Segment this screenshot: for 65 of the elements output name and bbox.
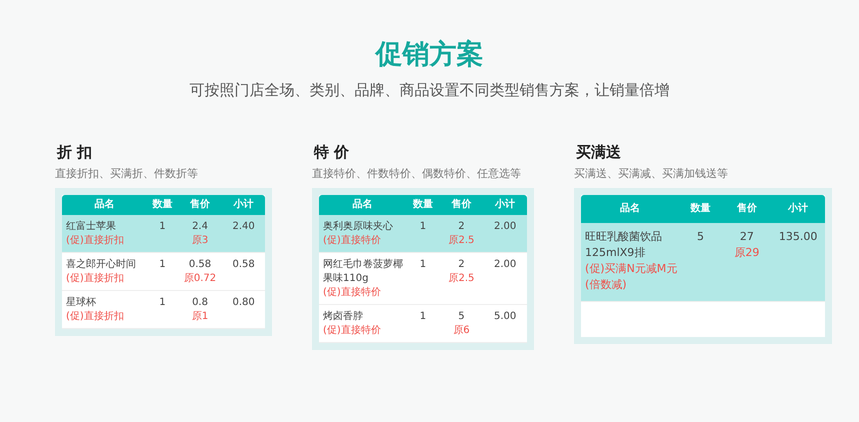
section-heading: 特 价 [312, 142, 350, 162]
quantity: 1 [418, 258, 428, 272]
original-price: 原3 [192, 234, 208, 248]
quantity: 1 [158, 296, 167, 310]
section-heading: 买满送 [575, 142, 622, 162]
column-header: 小计 [786, 202, 810, 216]
table-row[interactable]: 旺旺乳酸菌饮品125mlX9排 (促)买满N元减M元(倍数减) 5 27 原29 135.00 [581, 223, 825, 302]
subtotal: 2.40 [232, 220, 256, 234]
column-header: 小计 [232, 198, 255, 212]
product-name: 网红毛巾卷菠萝椰果味110g [323, 258, 404, 286]
promotion-label: (促)直接特价 [323, 234, 382, 248]
promotion-label: (促)直接特价 [323, 324, 382, 338]
original-price: 原2.5 [448, 234, 474, 248]
section-heading: 折 扣 [56, 142, 94, 162]
column-header: 数量 [151, 198, 174, 212]
subtotal: 0.80 [232, 296, 256, 310]
subtotal: 0.58 [232, 258, 256, 272]
column-header: 小计 [494, 198, 516, 212]
column-header: 品名 [618, 202, 641, 216]
price: 0.58 [188, 258, 212, 272]
quantity: 5 [696, 229, 706, 245]
column-header: 售价 [736, 202, 758, 216]
promotion-label: (促)直接折扣 [66, 272, 125, 286]
subtotal: 2.00 [493, 258, 518, 272]
table-row[interactable]: 奥利奥原味夹心 (促)直接特价 1 2 原2.5 2.00 [319, 215, 527, 253]
product-name: 旺旺乳酸菌饮品125mlX9排 [585, 229, 663, 261]
subtotal: 135.00 [778, 229, 818, 245]
column-header: 品名 [352, 198, 374, 212]
column-header: 数量 [412, 198, 434, 212]
quantity: 1 [158, 258, 167, 272]
section-description: 买满送、买满减、买满加钱送等 [574, 166, 728, 182]
product-name: 喜之郎开心时间 [66, 258, 137, 272]
table-row[interactable]: 红富士苹果 (促)直接折扣 1 2.4 原3 2.40 [62, 215, 265, 253]
original-price: 原1 [192, 310, 208, 324]
page-subtitle: 可按照门店全场、类别、品牌、商品设置不同类型销售方案，让销量倍增 [190, 80, 670, 100]
product-name: 红富士苹果 [66, 220, 117, 234]
price: 2 [458, 220, 465, 234]
subtotal: 5.00 [493, 310, 518, 324]
promotion-label: (促)直接特价 [323, 286, 382, 300]
original-price: 原2.5 [448, 272, 474, 286]
column-header: 售价 [189, 198, 212, 212]
product-name: 烤卤香脖 [323, 310, 364, 324]
section-description: 直接折扣、买满折、件数折等 [55, 166, 198, 182]
promotion-label: (促)直接折扣 [66, 310, 125, 324]
original-price: 原6 [453, 324, 470, 338]
column-header: 数量 [689, 202, 712, 216]
price: 2 [458, 258, 465, 272]
original-price: 原0.72 [184, 272, 216, 286]
column-header: 售价 [450, 198, 472, 212]
price: 0.8 [192, 296, 208, 310]
column-header: 品名 [94, 198, 116, 212]
section-description: 直接特价、件数特价、偶数特价、任意选等 [312, 166, 521, 182]
quantity: 1 [418, 310, 428, 324]
subtotal: 2.00 [493, 220, 518, 234]
quantity: 1 [158, 220, 167, 234]
quantity: 1 [418, 220, 428, 234]
price: 5 [458, 310, 465, 324]
promotion-label: (促)买满N元减M元(倍数减) [585, 261, 678, 293]
product-name: 星球杯 [66, 296, 97, 310]
price: 2.4 [192, 220, 208, 234]
page-title: 促销方案 [376, 38, 484, 72]
promotion-label: (促)直接折扣 [66, 234, 125, 248]
product-name: 奥利奥原味夹心 [323, 220, 394, 234]
price: 27 [740, 229, 754, 245]
original-price: 原29 [734, 245, 760, 261]
